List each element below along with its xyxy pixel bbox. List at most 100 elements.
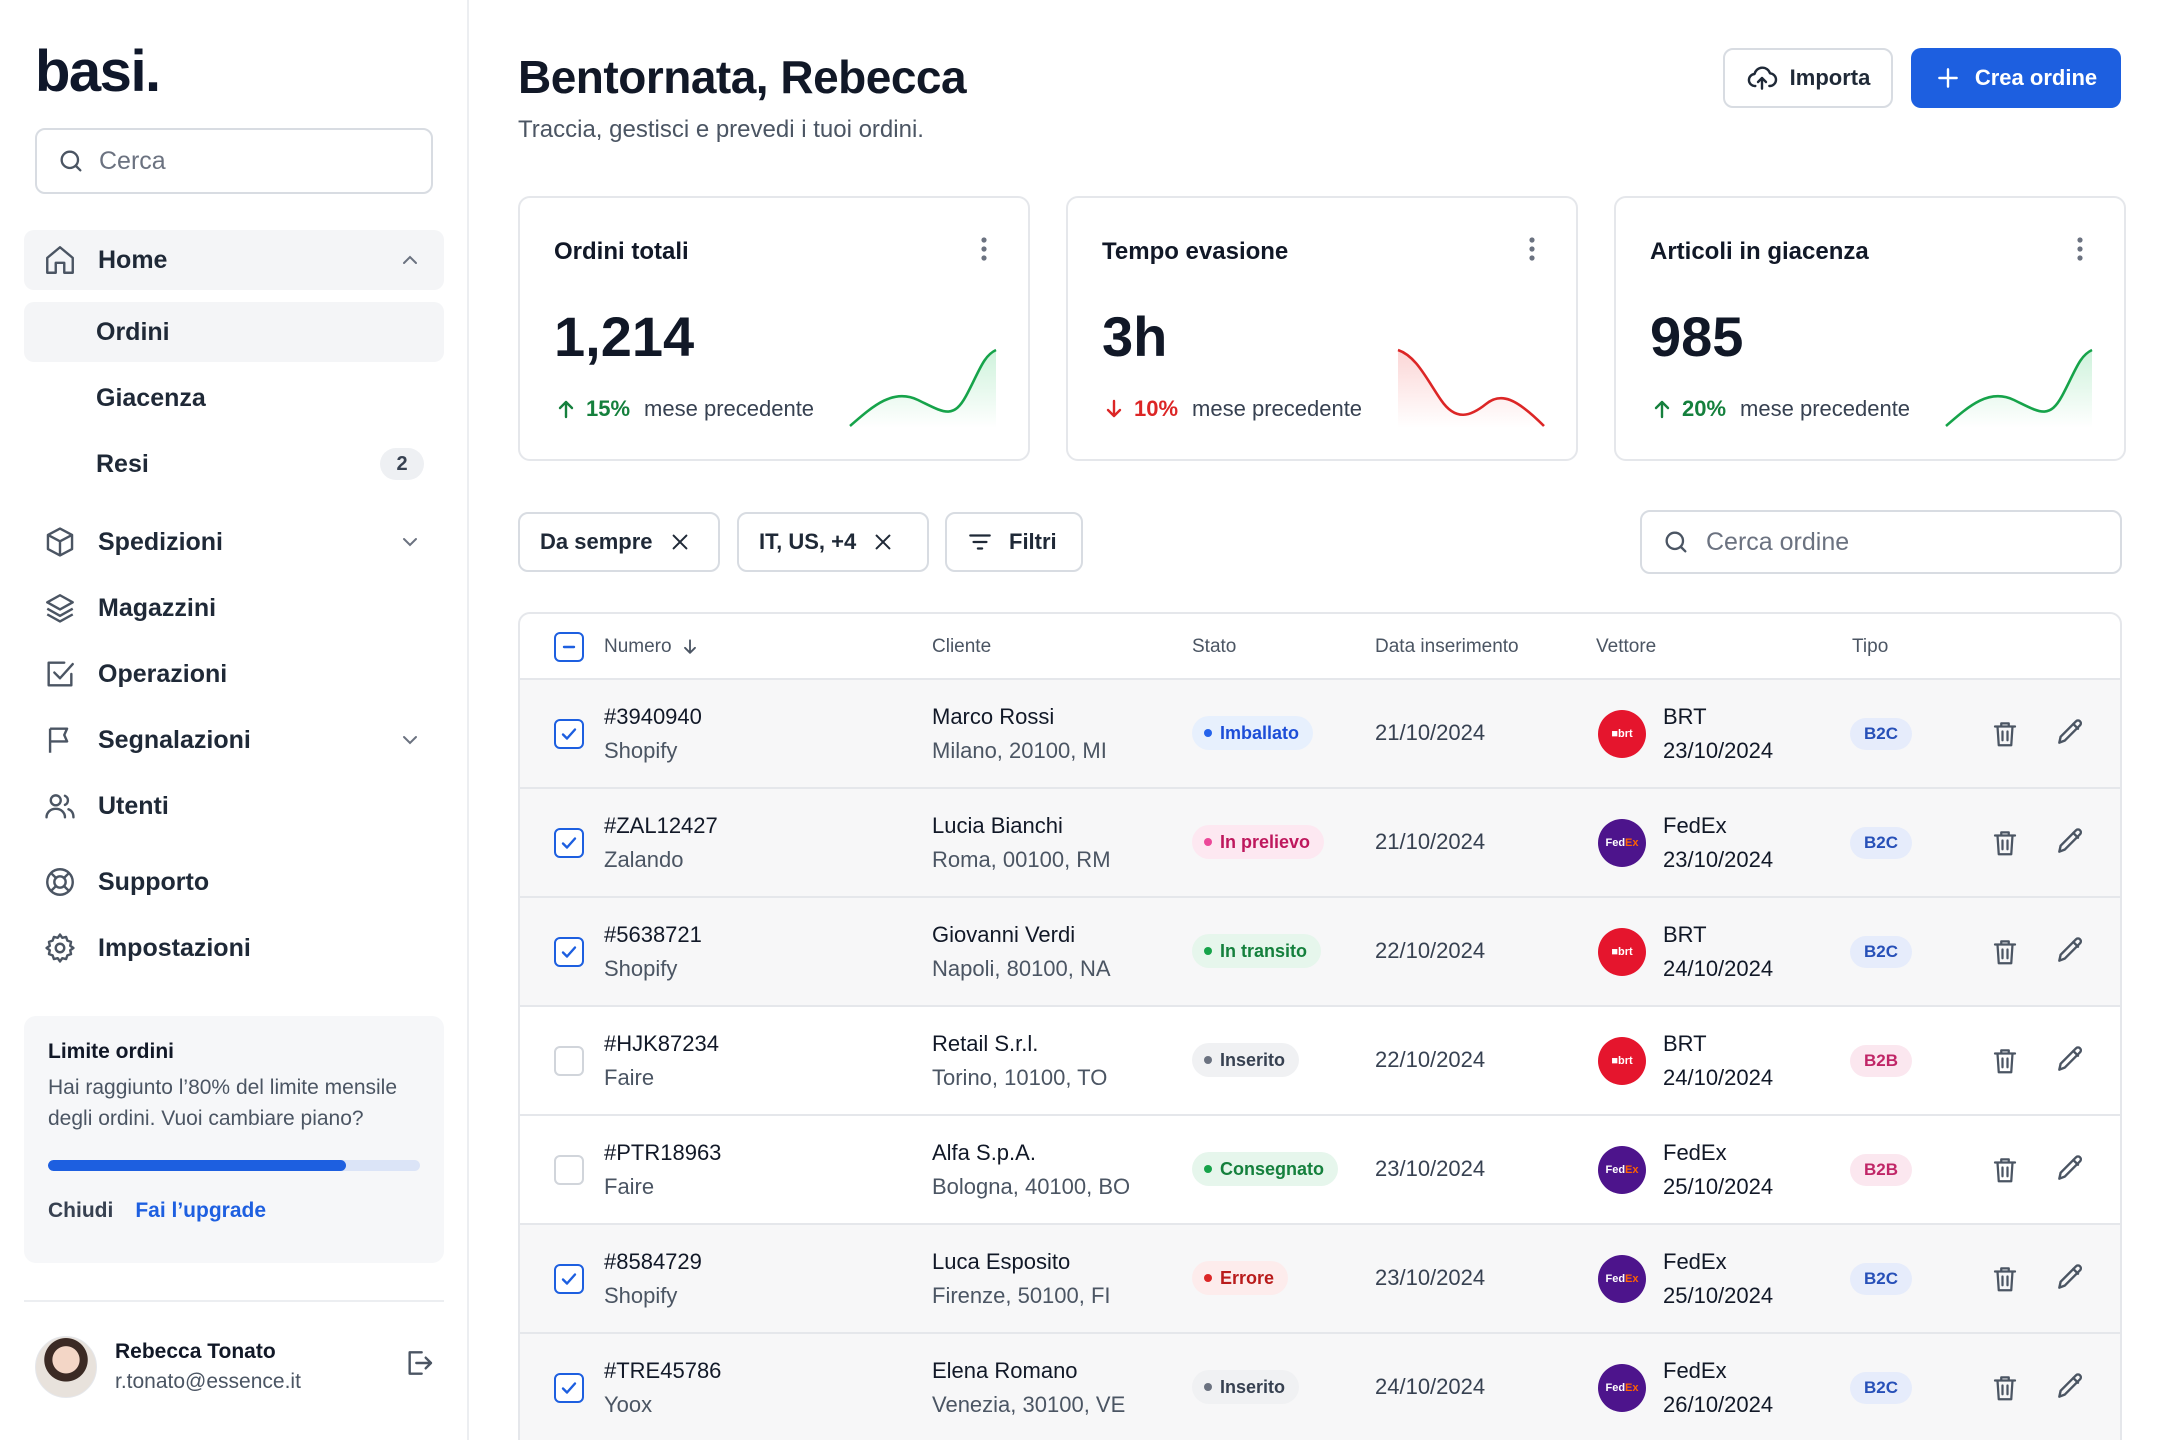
table-row[interactable]: #ZAL12427 Zalando Lucia Bianchi Roma, 00100…: [520, 787, 2120, 896]
app-logo[interactable]: basi.: [35, 38, 161, 105]
order-channel: Shopify: [604, 1283, 678, 1308]
filter-chip-period[interactable]: Da sempre: [518, 512, 720, 572]
order-number-cell[interactable]: #ZAL12427 Zalando: [604, 813, 718, 873]
delivery-date: 23/10/2024: [1663, 847, 1774, 872]
pencil-icon[interactable]: [2054, 825, 2086, 857]
table-row[interactable]: #TRE45786 Yoox Elena Romano Venezia, 30100,…: [520, 1332, 2120, 1440]
trash-icon[interactable]: [1990, 1045, 2020, 1077]
sidebar-item-spedizioni[interactable]: Spedizioni: [24, 512, 444, 572]
pencil-icon[interactable]: [2054, 1370, 2086, 1402]
search-icon: [57, 147, 85, 175]
trash-icon[interactable]: [1990, 1372, 2020, 1404]
sidebar-item-supporto[interactable]: Supporto: [24, 852, 444, 912]
chevron-down-icon[interactable]: [398, 728, 422, 752]
status-badge: In prelievo: [1192, 825, 1325, 859]
filter-chip-countries[interactable]: IT, US, +4: [737, 512, 929, 572]
sidebar-item-label: Home: [98, 245, 168, 274]
column-stato[interactable]: Stato: [1192, 636, 1236, 658]
order-number-cell[interactable]: #HJK87234 Faire: [604, 1031, 719, 1091]
kpi-trend: 15% mese precedente: [554, 396, 814, 422]
sidebar-item-giacenza[interactable]: Giacenza: [24, 368, 444, 428]
row-checkbox[interactable]: [554, 937, 584, 967]
order-channel: Yoox: [604, 1392, 653, 1417]
type-badge: B2B: [1850, 1045, 1912, 1077]
row-checkbox[interactable]: [554, 1046, 584, 1076]
row-checkbox[interactable]: [554, 1155, 584, 1185]
sidebar-item-resi[interactable]: Resi 2: [24, 434, 444, 494]
column-data[interactable]: Data inserimento: [1375, 636, 1519, 658]
trash-icon[interactable]: [1990, 1263, 2020, 1295]
chevron-down-icon[interactable]: [398, 530, 422, 554]
avatar[interactable]: [35, 1336, 97, 1398]
pencil-icon[interactable]: [2054, 1152, 2086, 1184]
kpi-title: Articoli in giacenza: [1650, 238, 1869, 265]
sidebar-item-operazioni[interactable]: Operazioni: [24, 644, 444, 704]
limit-progress-bar: [48, 1160, 420, 1171]
table-row[interactable]: #3940940 Shopify Marco Rossi Milano, 20100,…: [520, 678, 2120, 787]
row-checkbox[interactable]: [554, 828, 584, 858]
dismiss-button[interactable]: Chiudi: [48, 1199, 113, 1223]
box-icon: [42, 524, 78, 560]
more-vertical-icon[interactable]: [980, 236, 988, 262]
status-badge: In transito: [1192, 934, 1322, 968]
carrier-name: BRT: [1663, 1031, 1707, 1056]
more-vertical-icon[interactable]: [2076, 236, 2084, 262]
more-vertical-icon[interactable]: [1528, 236, 1536, 262]
import-button[interactable]: Importa: [1723, 48, 1893, 108]
order-channel: Faire: [604, 1065, 655, 1090]
create-order-button[interactable]: Crea ordine: [1911, 48, 2121, 108]
column-cliente[interactable]: Cliente: [932, 636, 991, 658]
sparkline-chart: [849, 348, 997, 428]
order-number-cell[interactable]: #3940940 Shopify: [604, 704, 702, 764]
row-checkbox[interactable]: [554, 719, 584, 749]
sparkline-chart: [1397, 348, 1545, 428]
order-number-cell[interactable]: #8584729 Shopify: [604, 1249, 702, 1309]
pencil-icon[interactable]: [2054, 1261, 2086, 1293]
filters-button[interactable]: Filtri: [945, 512, 1083, 572]
upgrade-link[interactable]: Fai l’upgrade: [135, 1199, 266, 1223]
sidebar-item-home[interactable]: Home: [24, 230, 444, 290]
trash-icon[interactable]: [1990, 827, 2020, 859]
order-number-cell[interactable]: #PTR18963 Faire: [604, 1140, 721, 1200]
arrow-up-icon: [1650, 397, 1674, 421]
table-row[interactable]: #HJK87234 Faire Retail S.r.l. Torino, 10100…: [520, 1005, 2120, 1114]
table-row[interactable]: #PTR18963 Faire Alfa S.p.A. Bologna, 40100,…: [520, 1114, 2120, 1223]
close-icon[interactable]: [669, 531, 691, 553]
customer-address: Roma, 00100, RM: [932, 847, 1111, 872]
arrow-down-icon: [680, 637, 700, 657]
sidebar-item-impostazioni[interactable]: Impostazioni: [24, 918, 444, 978]
column-vettore[interactable]: Vettore: [1596, 636, 1656, 658]
sidebar-item-magazzini[interactable]: Magazzini: [24, 578, 444, 638]
status-dot: [1204, 1274, 1212, 1282]
pencil-icon[interactable]: [2054, 716, 2086, 748]
logout-icon[interactable]: [403, 1347, 435, 1379]
trash-icon[interactable]: [1990, 936, 2020, 968]
type-badge: B2B: [1850, 1154, 1912, 1186]
sidebar-item-label: Utenti: [98, 791, 169, 820]
chevron-up-icon[interactable]: [398, 248, 422, 272]
close-icon[interactable]: [872, 531, 894, 553]
column-numero[interactable]: Numero: [604, 636, 700, 658]
sidebar-search-input[interactable]: Cerca: [35, 128, 433, 194]
trash-icon[interactable]: [1990, 1154, 2020, 1186]
fedex-logo-icon: FedEx: [1598, 819, 1646, 867]
order-number-cell[interactable]: #5638721 Shopify: [604, 922, 702, 982]
sidebar-item-segnalazioni[interactable]: Segnalazioni: [24, 710, 444, 770]
sidebar-item-ordini[interactable]: Ordini: [24, 302, 444, 362]
column-tipo[interactable]: Tipo: [1852, 636, 1888, 658]
order-search-input[interactable]: Cerca ordine: [1640, 510, 2122, 574]
table-row[interactable]: #5638721 Shopify Giovanni Verdi Napoli, 801…: [520, 896, 2120, 1005]
sidebar-item-label: Impostazioni: [98, 933, 251, 962]
pencil-icon[interactable]: [2054, 1043, 2086, 1075]
trash-icon[interactable]: [1990, 718, 2020, 750]
carrier-cell: FedEx 26/10/2024: [1663, 1358, 1773, 1418]
row-checkbox[interactable]: [554, 1373, 584, 1403]
row-checkbox[interactable]: [554, 1264, 584, 1294]
search-icon: [1662, 528, 1690, 556]
order-number-cell[interactable]: #TRE45786 Yoox: [604, 1358, 721, 1418]
table-row[interactable]: #8584729 Shopify Luca Esposito Firenze, 501…: [520, 1223, 2120, 1332]
select-all-checkbox[interactable]: [554, 632, 584, 662]
status-dot: [1204, 1165, 1212, 1173]
sidebar-item-utenti[interactable]: Utenti: [24, 776, 444, 836]
pencil-icon[interactable]: [2054, 934, 2086, 966]
